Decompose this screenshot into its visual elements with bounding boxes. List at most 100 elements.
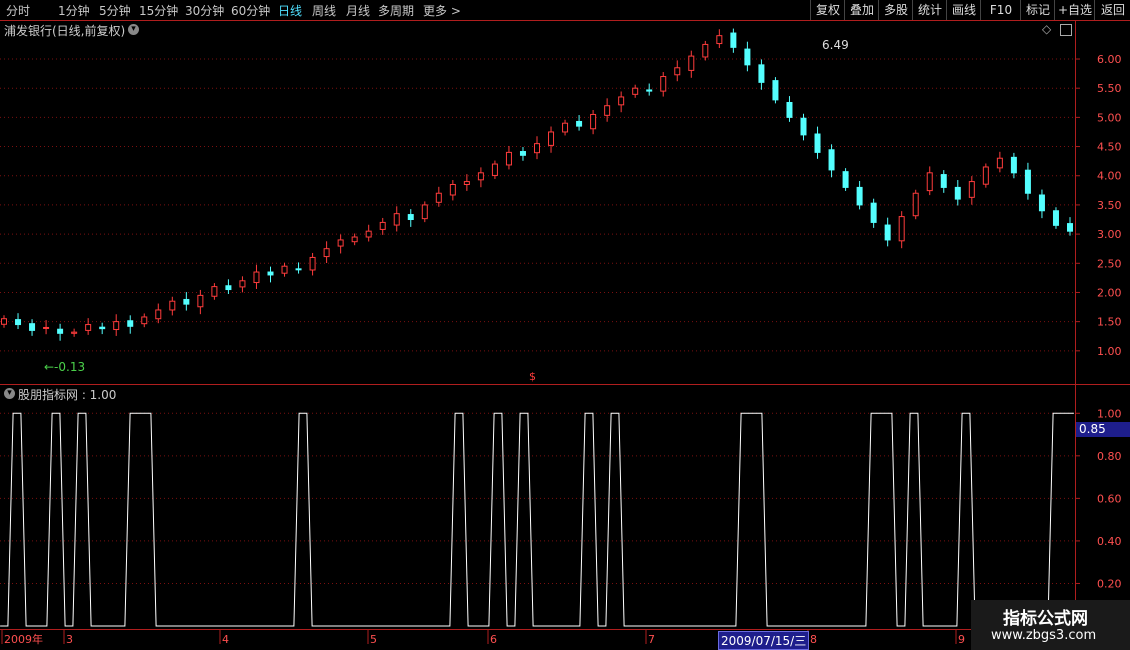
candle-body[interactable]	[870, 202, 877, 223]
candle-body[interactable]	[926, 172, 933, 192]
dividend-marker[interactable]: $	[529, 370, 536, 383]
candle-body[interactable]	[954, 186, 961, 200]
candle-body[interactable]	[253, 271, 260, 284]
candle-body[interactable]	[562, 122, 569, 133]
time-tick-label: 6	[490, 633, 497, 646]
candlestick-series[interactable]	[1, 28, 1073, 341]
candle-body[interactable]	[1, 318, 7, 325]
candle-body[interactable]	[295, 268, 302, 271]
candle-body[interactable]	[491, 163, 498, 176]
price-tick-label: 2.00	[1097, 286, 1122, 299]
candle-body[interactable]	[1010, 156, 1017, 174]
candle-body[interactable]	[996, 157, 1003, 169]
candle-body[interactable]	[267, 271, 274, 276]
diamond-icon[interactable]: ◇	[1042, 22, 1051, 36]
candle-body[interactable]	[968, 181, 975, 198]
candle-body[interactable]	[337, 239, 344, 247]
date-cursor-label: 2009/07/15/三	[718, 631, 810, 650]
candle-body[interactable]	[814, 133, 821, 153]
high-price-label: 6.49	[822, 38, 849, 52]
candle-body[interactable]	[898, 216, 905, 242]
candle-body[interactable]	[800, 117, 807, 136]
candle-body[interactable]	[449, 183, 456, 196]
price-axis: 1.00 1.50 2.00 2.50 3.00 3.50 4.00 4.50 5.00 5.50…	[1075, 53, 1122, 358]
candle-body[interactable]	[856, 186, 863, 206]
candle-body[interactable]	[674, 67, 681, 76]
time-tick-label: 3	[66, 633, 73, 646]
indicator-current-value: 0.85	[1076, 422, 1130, 437]
chevron-down-icon[interactable]: ▾	[4, 388, 15, 399]
candle-body[interactable]	[912, 192, 919, 217]
candle-body[interactable]	[141, 316, 148, 325]
candle-body[interactable]	[940, 174, 947, 188]
candle-body[interactable]	[435, 192, 442, 203]
candle-body[interactable]	[519, 151, 526, 156]
candle-body[interactable]	[15, 319, 22, 326]
candle-body[interactable]	[505, 151, 512, 166]
candle-body[interactable]	[618, 96, 625, 106]
candle-body[interactable]	[407, 214, 414, 221]
candle-body[interactable]	[1067, 223, 1073, 232]
candle-body[interactable]	[463, 181, 470, 185]
candle-body[interactable]	[646, 89, 653, 92]
candle-body[interactable]	[758, 64, 765, 83]
candle-body[interactable]	[127, 320, 134, 327]
candle-body[interactable]	[982, 166, 989, 185]
candle-body[interactable]	[884, 224, 891, 241]
candle-body[interactable]	[365, 230, 372, 238]
candle-body[interactable]	[309, 256, 316, 271]
candle-body[interactable]	[842, 171, 849, 188]
candle-body[interactable]	[43, 326, 50, 329]
candle-body[interactable]	[716, 35, 723, 45]
candle-body[interactable]	[786, 101, 793, 118]
candle-body[interactable]	[604, 105, 611, 116]
candle-body[interactable]	[576, 120, 583, 127]
candle-body[interactable]	[534, 143, 540, 154]
candle-body[interactable]	[113, 321, 120, 331]
candle-body[interactable]	[239, 280, 246, 288]
candle-body[interactable]	[379, 221, 386, 230]
price-tick-label: 1.50	[1097, 316, 1122, 329]
candle-body[interactable]	[29, 323, 36, 331]
chevron-down-icon[interactable]: ▾	[128, 24, 139, 35]
panel-toggle-icon[interactable]	[1060, 24, 1072, 36]
indicator-tick-label: 0.20	[1097, 577, 1122, 590]
candle-body[interactable]	[590, 113, 597, 130]
indicator-tick-label: 1.00	[1097, 407, 1122, 420]
candle-body[interactable]	[632, 87, 639, 95]
stock-chart[interactable]: 1.00 1.50 2.00 2.50 3.00 3.50 4.00 4.50 5.00 5.50…	[0, 0, 1130, 650]
candle-body[interactable]	[1038, 194, 1045, 212]
candle-body[interactable]	[1052, 210, 1059, 226]
candle-body[interactable]	[225, 285, 232, 291]
candle-body[interactable]	[183, 298, 190, 305]
candle-body[interactable]	[197, 294, 204, 308]
candle-body[interactable]	[548, 131, 555, 146]
candle-body[interactable]	[155, 309, 162, 320]
candle-body[interactable]	[660, 76, 667, 92]
candle-body[interactable]	[351, 236, 358, 243]
price-tick-label: 3.00	[1097, 228, 1122, 241]
candle-body[interactable]	[477, 172, 484, 181]
candle-body[interactable]	[393, 213, 400, 226]
candle-body[interactable]	[323, 248, 330, 258]
candle-body[interactable]	[211, 286, 218, 297]
candle-body[interactable]	[744, 48, 751, 66]
price-tick-label: 2.50	[1097, 257, 1122, 270]
candle-body[interactable]	[169, 300, 176, 311]
price-tick-label: 5.50	[1097, 82, 1122, 95]
watermark: 指标公式网 www.zbgs3.com	[971, 600, 1130, 650]
candle-body[interactable]	[688, 55, 695, 71]
candle-body[interactable]	[1024, 169, 1031, 194]
candle-body[interactable]	[730, 32, 737, 48]
candle-body[interactable]	[85, 324, 92, 331]
candle-body[interactable]	[772, 80, 779, 101]
candle-body[interactable]	[702, 43, 709, 58]
candle-body[interactable]	[421, 204, 428, 220]
candle-body[interactable]	[57, 328, 64, 334]
candle-body[interactable]	[828, 149, 835, 171]
candle-body[interactable]	[281, 265, 288, 274]
candle-body[interactable]	[71, 331, 78, 334]
watermark-url: www.zbgs3.com	[991, 628, 1097, 643]
indicator-line[interactable]	[0, 412, 1074, 627]
candle-body[interactable]	[99, 326, 106, 330]
